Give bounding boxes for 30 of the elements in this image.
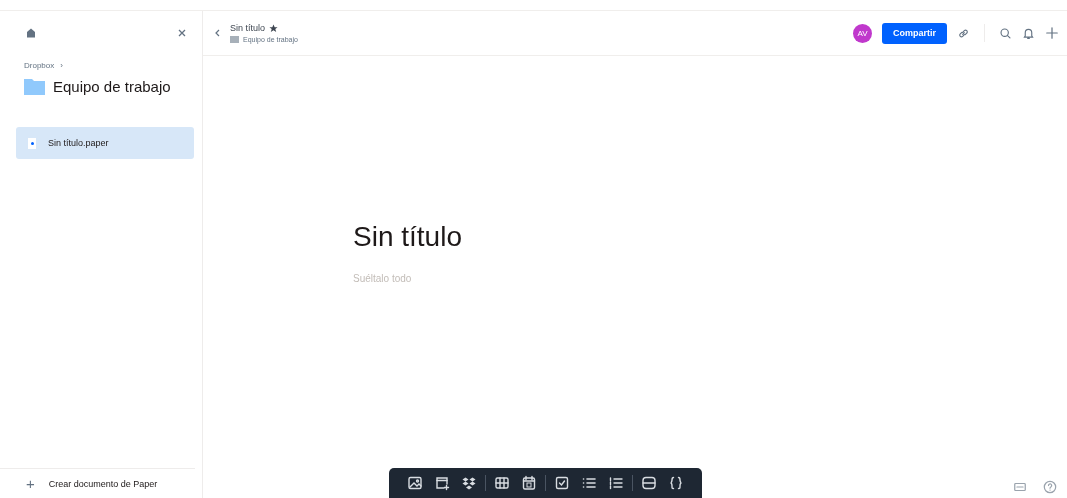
link-icon[interactable] [957,26,970,40]
star-icon[interactable] [269,23,279,33]
folder-icon [24,78,45,95]
numbered-list-icon[interactable] [608,475,624,491]
image-icon[interactable] [407,475,423,491]
bell-icon[interactable] [1022,26,1035,40]
close-icon[interactable] [178,29,186,37]
help-icon[interactable] [1043,480,1057,494]
keyboard-icon[interactable] [1013,480,1027,494]
document-title: Sin título [230,23,266,33]
folder-icon [230,36,239,43]
document-heading[interactable]: Sin título [353,221,1067,253]
breadcrumb-separator: › [60,61,63,70]
search-icon[interactable] [999,26,1012,40]
table-icon[interactable] [494,475,510,491]
boxes-icon[interactable] [461,475,477,491]
calendar-icon[interactable] [521,475,537,491]
create-document-button[interactable]: + Crear documento de Paper [0,468,195,498]
checkbox-icon[interactable] [554,475,570,491]
file-item[interactable]: Sin título.paper [16,127,194,159]
folder-title: Equipo de trabajo [53,78,171,95]
code-braces-icon[interactable] [668,475,684,491]
breadcrumb-link[interactable]: Dropbox [24,61,55,70]
back-icon[interactable] [215,29,220,37]
home-icon[interactable] [26,28,36,38]
add-media-icon[interactable] [434,475,450,491]
paper-file-icon [28,137,36,149]
user-avatar[interactable]: AV [853,23,872,43]
bulleted-list-icon[interactable] [581,475,597,491]
share-button[interactable]: Compartir [882,22,947,44]
